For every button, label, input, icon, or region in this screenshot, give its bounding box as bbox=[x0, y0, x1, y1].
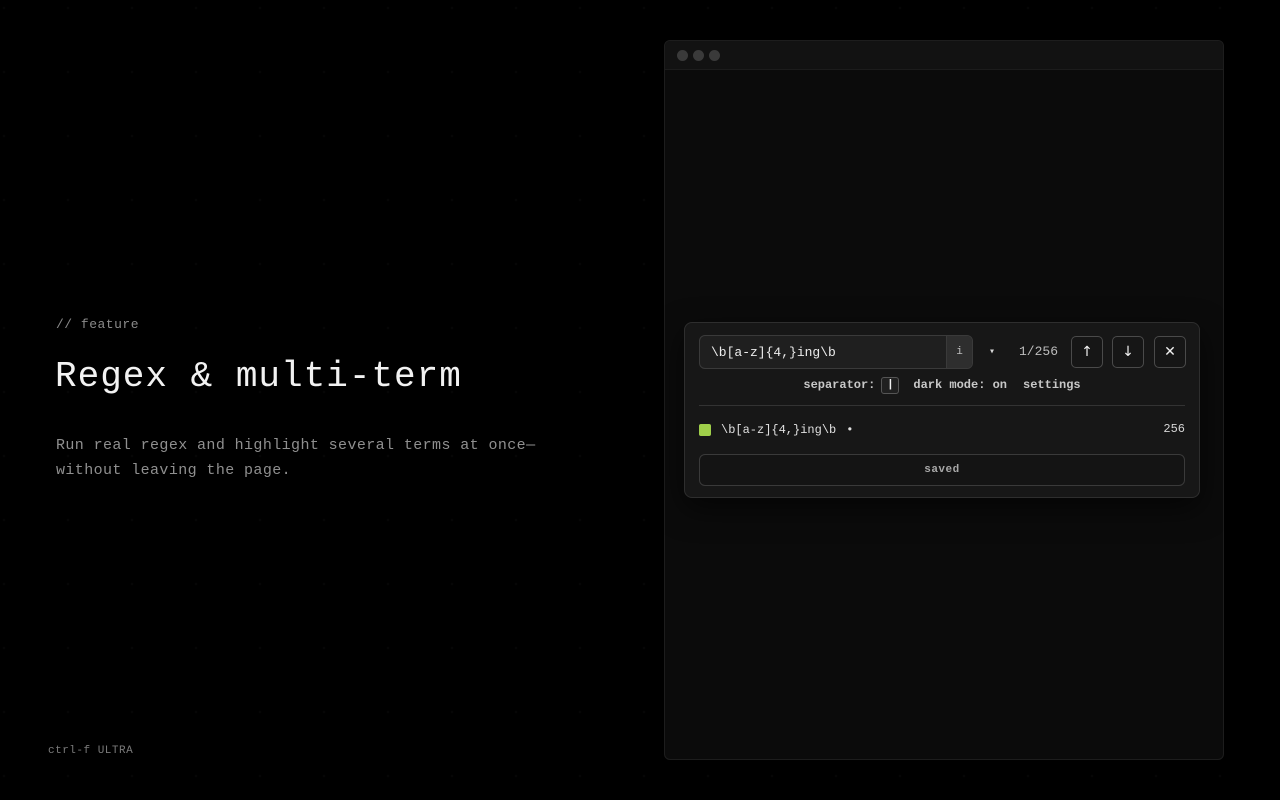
arrow-up-icon: ↑ bbox=[1081, 344, 1093, 360]
feature-description: Run real regex and highlight several ter… bbox=[56, 437, 536, 479]
window-dot-icon bbox=[693, 49, 704, 61]
search-row: i ▾ 1/256 ↑ ↓ ✕ bbox=[699, 335, 1186, 369]
match-counter: 1/256 bbox=[1019, 344, 1059, 359]
search-input[interactable] bbox=[700, 336, 948, 368]
divider bbox=[699, 405, 1185, 406]
arrow-down-icon: ↓ bbox=[1122, 344, 1134, 360]
window-dot-icon bbox=[677, 49, 688, 61]
window-dot-icon bbox=[709, 49, 720, 61]
settings-link[interactable]: settings bbox=[1023, 378, 1081, 392]
search-field: i bbox=[699, 335, 973, 369]
separator-label: separator: bbox=[803, 378, 876, 392]
brand-logo-text: ctrl-f ULTRA bbox=[48, 745, 134, 757]
options-row: separator: | dark mode: on settings bbox=[685, 376, 1199, 394]
separator-key-input[interactable]: | bbox=[881, 376, 900, 394]
case-insensitive-flag-button[interactable]: i bbox=[946, 336, 972, 368]
term-color-swatch bbox=[699, 424, 711, 436]
dark-mode-toggle[interactable]: dark mode: on bbox=[913, 378, 1007, 392]
close-icon: ✕ bbox=[1164, 344, 1176, 360]
next-match-button[interactable]: ↓ bbox=[1112, 336, 1144, 368]
list-item[interactable]: \b[a-z]{4,}ing\b • 256 bbox=[699, 421, 1185, 439]
page-title: Regex & multi-term bbox=[55, 356, 462, 397]
chevron-down-icon[interactable]: ▾ bbox=[985, 343, 999, 361]
saved-button[interactable]: saved bbox=[699, 454, 1185, 486]
previous-match-button[interactable]: ↑ bbox=[1071, 336, 1103, 368]
find-panel: i ▾ 1/256 ↑ ↓ ✕ separator: | dark mode: … bbox=[684, 322, 1200, 498]
term-match-count: 256 bbox=[1163, 422, 1185, 436]
section-eyebrow: // feature bbox=[56, 317, 140, 332]
browser-title-bar bbox=[665, 41, 1223, 70]
term-pattern: \b[a-z]{4,}ing\b bbox=[721, 423, 837, 437]
close-button[interactable]: ✕ bbox=[1154, 336, 1186, 368]
term-bullet: • bbox=[846, 423, 854, 437]
